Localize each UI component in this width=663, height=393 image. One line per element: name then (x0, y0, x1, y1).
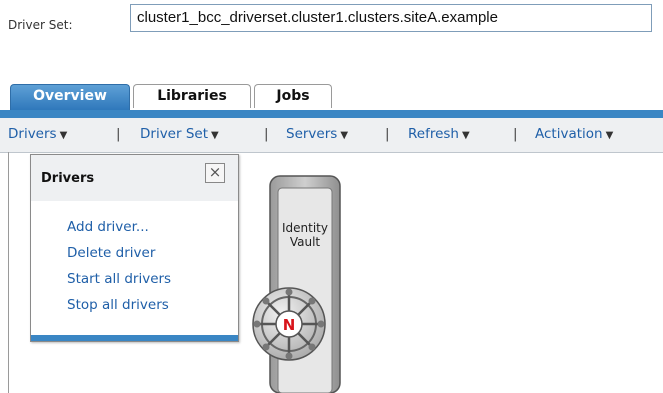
menu-separator: | (513, 126, 518, 142)
menu-drivers-label: Drivers (8, 126, 57, 142)
caret-down-icon: ▼ (59, 130, 68, 141)
drivers-dropdown-menu: Drivers × Add driver... Delete driver St… (30, 154, 239, 342)
close-icon[interactable]: × (205, 163, 225, 183)
vault-label-line2: Vault (290, 235, 321, 249)
caret-down-icon: ▼ (211, 130, 219, 141)
menu-drivers[interactable]: Drivers ▼ (8, 126, 67, 142)
canvas-border (8, 152, 9, 393)
drivers-menu-footer (31, 335, 238, 341)
identity-vault-icon[interactable]: Identity Vault N (243, 172, 355, 393)
menu-refresh-label: Refresh (408, 126, 459, 142)
menu-refresh[interactable]: Refresh ▼ (408, 126, 470, 142)
menu-activation-label: Activation (535, 126, 603, 142)
menu-activation[interactable]: Activation ▼ (535, 126, 613, 142)
caret-down-icon: ▼ (461, 130, 470, 141)
tab-libraries[interactable]: Libraries (133, 84, 251, 108)
delete-driver-menu-item[interactable]: Delete driver (67, 245, 155, 261)
tab-jobs[interactable]: Jobs (254, 84, 332, 108)
start-all-drivers-menu-item[interactable]: Start all drivers (67, 271, 171, 287)
driver-set-field[interactable]: cluster1_bcc_driverset.cluster1.clusters… (130, 4, 652, 32)
menu-bar: Drivers ▼ | Driver Set ▼ | Servers ▼ | Refr… (0, 118, 663, 153)
menu-separator: | (116, 126, 121, 142)
menu-servers-label: Servers (286, 126, 338, 142)
menu-separator: | (264, 126, 269, 142)
vault-label-line1: Identity (282, 221, 328, 235)
add-driver-menu-item[interactable]: Add driver... (67, 219, 149, 235)
stop-all-drivers-menu-item[interactable]: Stop all drivers (67, 297, 169, 313)
drivers-menu-title: Drivers (41, 171, 95, 186)
menu-separator: | (385, 126, 390, 142)
menu-driver-set[interactable]: Driver Set ▼ (140, 126, 219, 142)
caret-down-icon: ▼ (605, 130, 614, 141)
tab-overview[interactable]: Overview (10, 84, 130, 110)
driver-set-label: Driver Set: (8, 18, 73, 32)
tab-bar-underline (0, 110, 663, 118)
menu-servers[interactable]: Servers ▼ (286, 126, 348, 142)
vault-badge-letter: N (283, 316, 296, 334)
caret-down-icon: ▼ (340, 130, 349, 141)
menu-driver-set-label: Driver Set (140, 126, 209, 142)
